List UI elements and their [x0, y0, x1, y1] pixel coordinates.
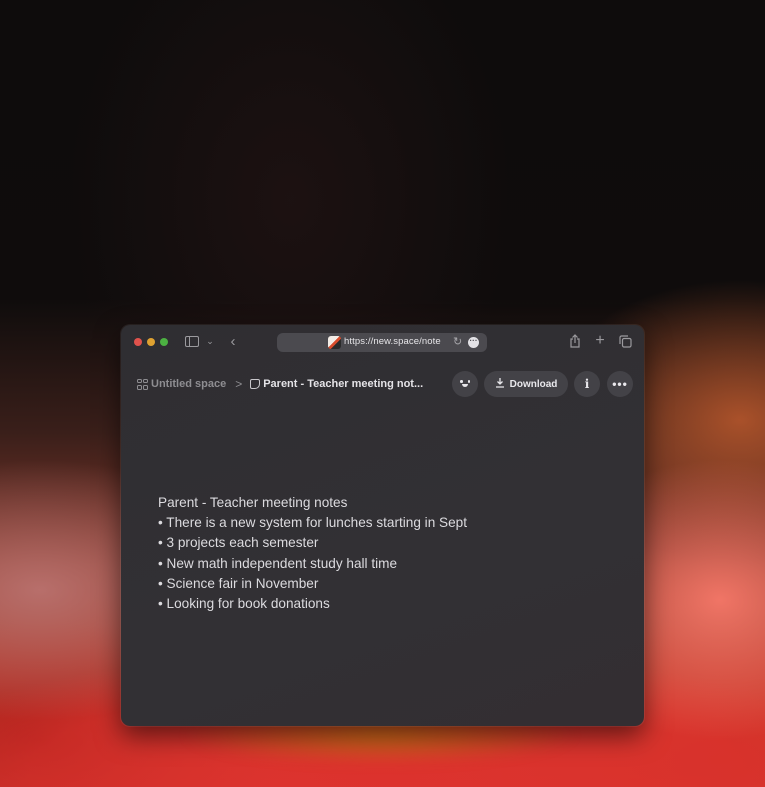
download-icon — [495, 377, 505, 391]
back-icon[interactable]: ‹ — [227, 333, 239, 350]
more-icon: ••• — [612, 377, 628, 391]
breadcrumb-space-label: Untitled space — [151, 378, 227, 390]
zoom-window-button[interactable] — [160, 338, 168, 346]
list-item: • Looking for book donations — [158, 596, 330, 612]
share-icon[interactable] — [568, 333, 582, 349]
address-bar[interactable]: https://new.space/note ↻ ··· — [277, 333, 487, 352]
reload-icon[interactable]: ↻ — [453, 335, 462, 348]
breadcrumb-note[interactable]: Parent - Teacher meeting not... — [250, 378, 423, 390]
space-grid-icon — [137, 378, 148, 390]
chevron-down-icon[interactable]: ⌄ — [205, 335, 215, 347]
list-item: • 3 projects each semester — [158, 535, 319, 551]
download-button[interactable]: Download — [484, 371, 568, 397]
info-icon: i — [584, 377, 590, 391]
list-item: • Science fair in November — [158, 575, 319, 591]
page-menu-icon[interactable]: ··· — [468, 337, 479, 348]
breadcrumb-note-label: Parent - Teacher meeting not... — [263, 378, 424, 390]
breadcrumb: Untitled space > Parent - Teacher meetin… — [137, 376, 423, 392]
info-button[interactable]: i — [574, 371, 600, 397]
breadcrumb-space[interactable]: Untitled space — [137, 378, 226, 390]
note-content[interactable]: Parent - Teacher meeting notes • There i… — [158, 493, 467, 614]
minimize-window-button[interactable] — [147, 338, 155, 346]
browser-window: ⌄ ‹ https://new.space/note ↻ ··· + Untit… — [121, 325, 644, 726]
close-window-button[interactable] — [134, 338, 142, 346]
sidebar-icon[interactable] — [185, 336, 199, 347]
note-title: Parent - Teacher meeting notes — [158, 495, 348, 510]
site-favicon-icon — [328, 336, 341, 349]
list-item: • There is a new system for lunches star… — [158, 515, 467, 531]
breadcrumb-chevron-icon: > — [235, 377, 243, 391]
tab-overview-icon[interactable] — [618, 334, 632, 348]
smiley-icon — [459, 379, 471, 389]
browser-toolbar: ⌄ ‹ https://new.space/note ↻ ··· + — [121, 325, 644, 359]
download-label: Download — [509, 378, 558, 390]
list-item: • New math independent study hall time — [158, 555, 398, 571]
note-icon — [250, 379, 261, 389]
plus-icon[interactable]: + — [593, 332, 607, 349]
url-text[interactable]: https://new.space/note — [344, 336, 441, 347]
more-options-button[interactable]: ••• — [607, 371, 633, 397]
reaction-button[interactable] — [452, 371, 478, 397]
